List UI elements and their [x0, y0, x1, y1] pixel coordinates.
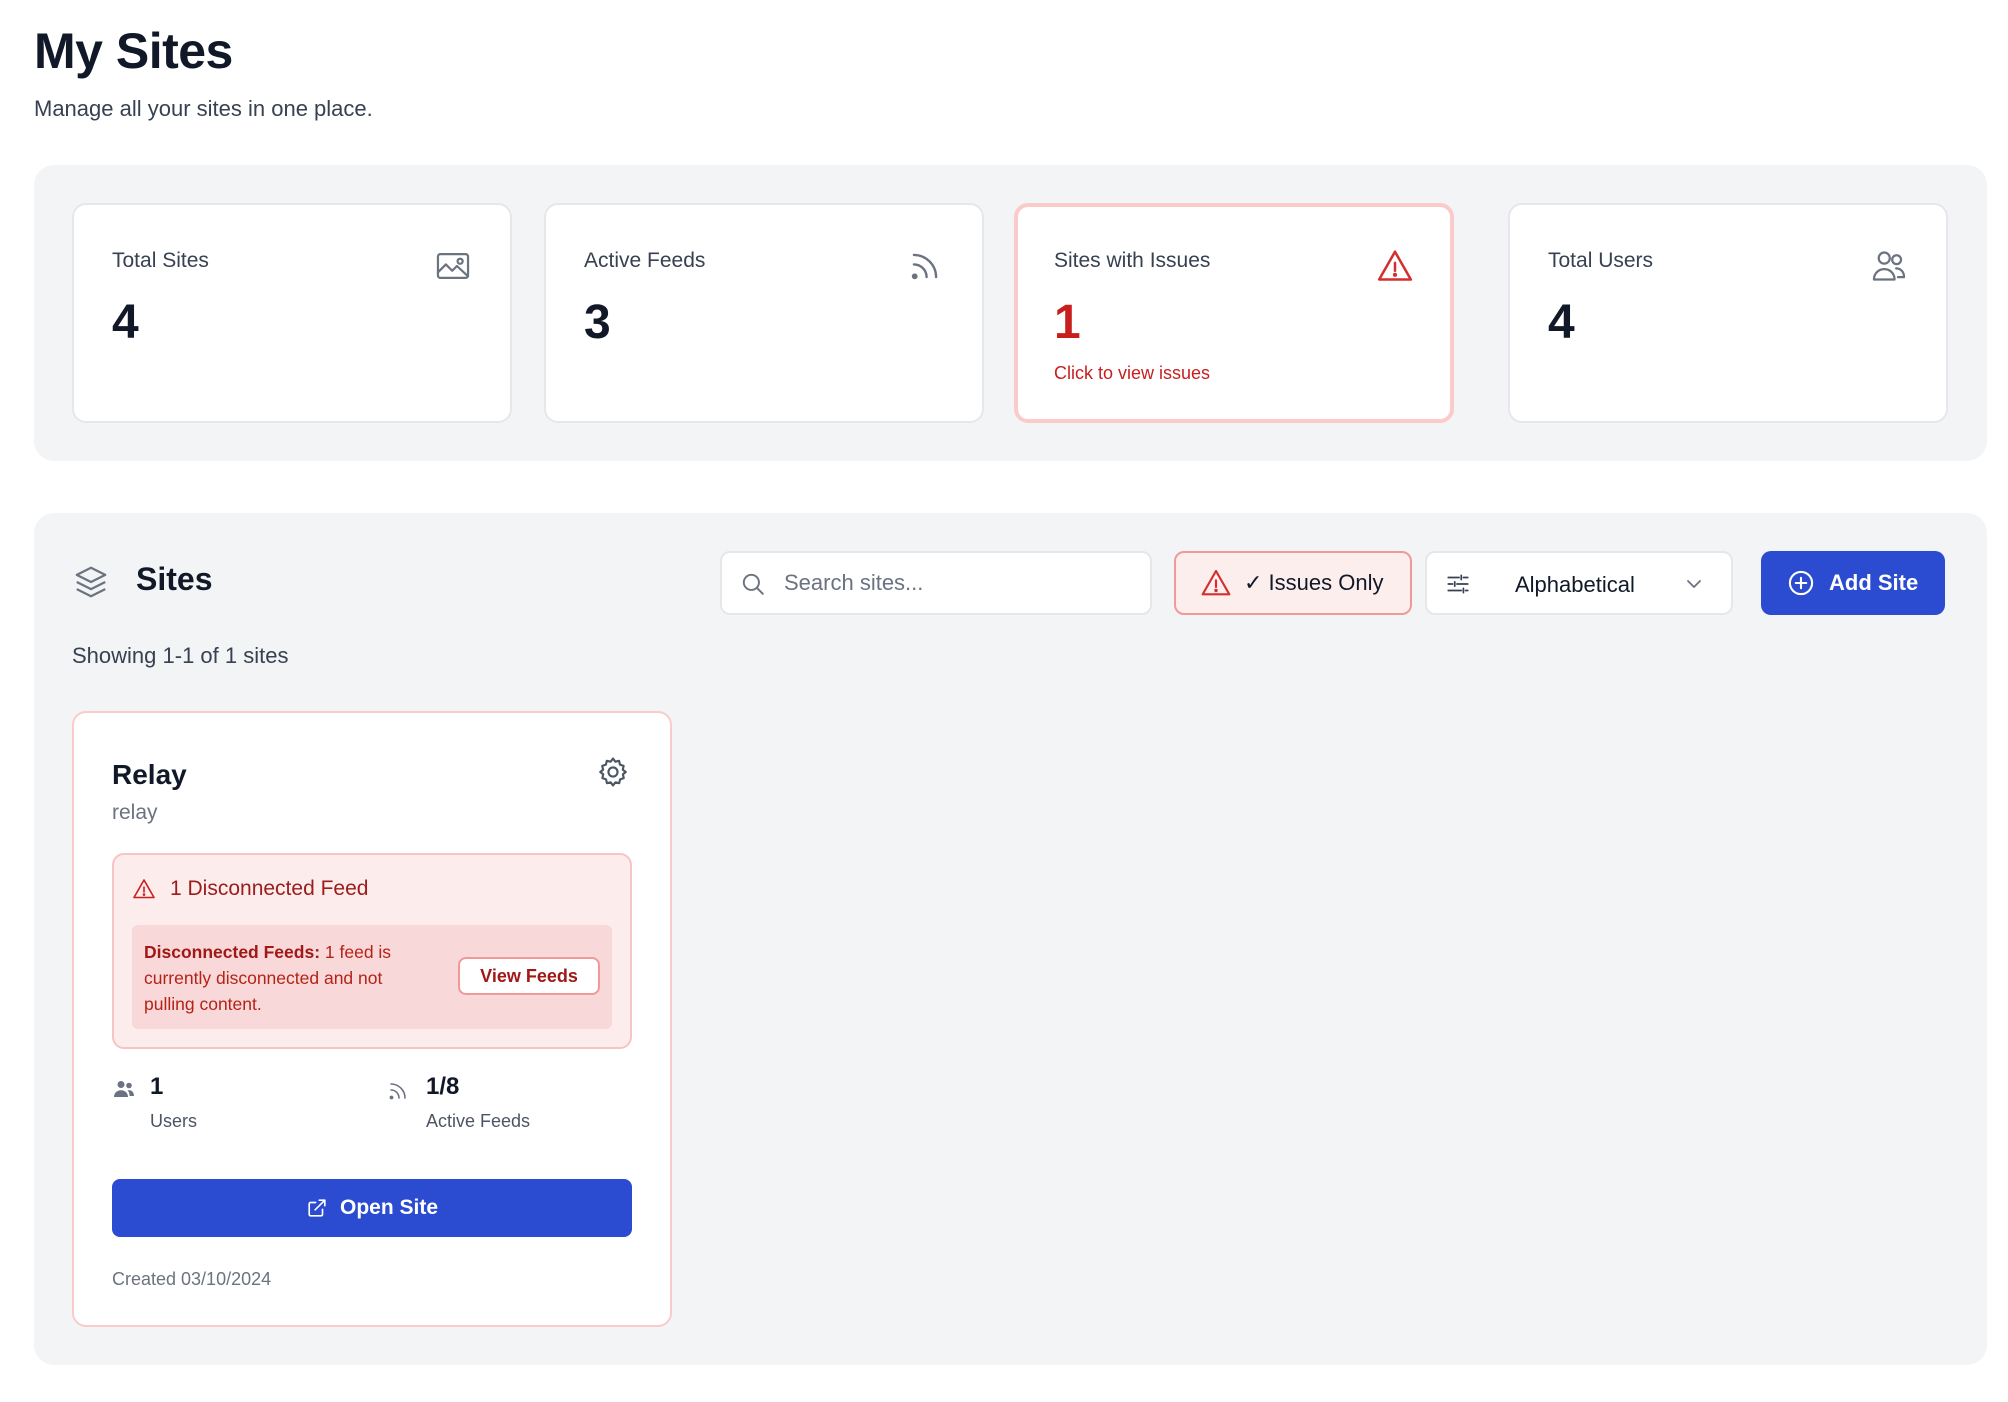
warning-icon	[1201, 569, 1231, 596]
add-site-label: Add Site	[1829, 570, 1919, 595]
search-input[interactable]	[784, 553, 1144, 613]
stat-card-active-feeds: Active Feeds 3	[544, 203, 984, 423]
rss-icon	[911, 253, 938, 280]
stat-label: Total Sites	[112, 249, 209, 272]
chevron-down-icon	[1687, 580, 1701, 588]
site-slug: relay	[112, 801, 158, 824]
rss-icon	[389, 1083, 406, 1100]
stat-label: Active Feeds	[584, 249, 706, 272]
search-icon	[742, 573, 764, 595]
issues-only-label: ✓ Issues Only	[1244, 570, 1384, 595]
stat-card-total-sites: Total Sites 4	[72, 203, 512, 423]
sort-value: Alphabetical	[1515, 572, 1635, 597]
site-card: Relay relay 1 Disconnected Feed Disconne…	[72, 711, 672, 1327]
plus-circle-icon	[1788, 570, 1814, 596]
stat-card-total-users: Total Users 4	[1508, 203, 1948, 423]
users-count: 1	[150, 1073, 164, 1100]
stat-value: 1	[1054, 296, 1081, 349]
view-issues-link[interactable]: Click to view issues	[1054, 363, 1210, 384]
alert-title: 1 Disconnected Feed	[170, 877, 369, 900]
sliders-icon	[1447, 574, 1469, 594]
stat-value: 3	[584, 296, 611, 349]
results-count: Showing 1-1 of 1 sites	[72, 643, 289, 668]
open-site-button[interactable]: Open Site	[112, 1179, 632, 1237]
stat-value: 4	[1548, 296, 1575, 349]
sites-panel: Sites ✓ Issues Only Alphabetical	[34, 513, 1987, 1365]
stats-panel: Total Sites 4 Active Feeds 3 Sites with …	[34, 165, 1987, 461]
warning-icon	[1377, 250, 1413, 281]
alert-detail: Disconnected Feeds: 1 feed is currently …	[132, 925, 612, 1029]
add-site-button[interactable]: Add Site	[1761, 551, 1945, 615]
stat-label: Sites with Issues	[1054, 249, 1211, 272]
sort-select[interactable]: Alphabetical	[1425, 551, 1733, 615]
site-name: Relay	[112, 759, 187, 790]
layers-icon	[75, 566, 107, 598]
sites-heading: Sites	[136, 561, 213, 597]
issues-only-filter-button[interactable]: ✓ Issues Only	[1174, 551, 1412, 615]
search-box	[720, 551, 1152, 615]
users-label: Users	[150, 1111, 198, 1131]
view-feeds-button[interactable]: View Feeds	[458, 957, 600, 995]
stat-value: 4	[112, 296, 139, 349]
warning-icon	[133, 879, 155, 899]
created-date: Created 03/10/2024	[112, 1269, 272, 1289]
stat-card-sites-with-issues[interactable]: Sites with Issues 1 Click to view issues	[1014, 203, 1454, 423]
users-icon	[114, 1081, 134, 1097]
alert-text: Disconnected Feeds: 1 feed is currently …	[144, 939, 434, 1017]
page-subtitle: Manage all your sites in one place.	[34, 96, 373, 121]
users-icon	[1872, 251, 1906, 281]
image-icon	[436, 253, 470, 279]
active-feeds-count: 1/8	[426, 1073, 460, 1100]
stat-label: Total Users	[1548, 249, 1654, 272]
disconnected-alert: 1 Disconnected Feed Disconnected Feeds: …	[112, 853, 632, 1049]
alert-text-bold: Disconnected Feeds:	[144, 942, 321, 962]
page-title: My Sites	[34, 23, 233, 79]
external-link-icon	[308, 1199, 326, 1217]
open-site-label: Open Site	[339, 1196, 439, 1219]
gear-icon[interactable]	[596, 755, 630, 789]
active-feeds-label: Active Feeds	[426, 1111, 531, 1131]
